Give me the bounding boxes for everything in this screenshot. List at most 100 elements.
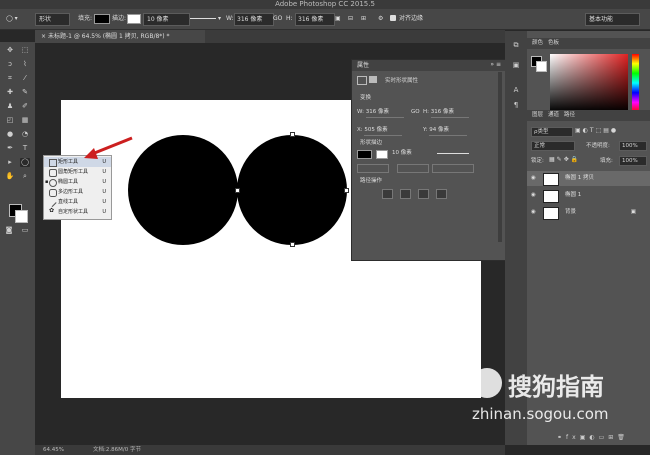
doc-tab[interactable]: × 未标题-1 @ 64.5% (椭圆 1 拷贝, RGB/8*) * (35, 30, 205, 43)
link-icon[interactable]: GO (273, 13, 282, 24)
paragraph-panel-icon[interactable]: ¶ (511, 101, 521, 110)
layer-row[interactable]: ◉ 背景 ▣ (527, 205, 650, 220)
clone-stamp-icon[interactable]: ♟ (5, 102, 15, 111)
layer-row[interactable]: ◉ 椭圆 1 拷贝 (527, 171, 650, 186)
tab-paths[interactable]: 路径 (564, 112, 575, 118)
prop-h-value[interactable]: 316 像素 (430, 108, 469, 118)
mode-select[interactable]: 形状 (35, 13, 70, 26)
exclude-shapes-icon[interactable] (436, 189, 447, 199)
flyout-item-line[interactable]: 直线工具 U (44, 197, 111, 208)
transform-section[interactable]: 变换 (352, 93, 497, 103)
prop-w-field[interactable]: W: 316 像素 (357, 108, 404, 118)
fill-field[interactable]: 100% (619, 156, 647, 166)
prop-link-icon[interactable]: GO (411, 108, 420, 117)
stroke-cap-select[interactable] (397, 164, 429, 173)
prop-y-field[interactable]: Y: 94 像素 (423, 126, 468, 136)
properties-title[interactable]: 属性 (352, 60, 505, 71)
lock-icons[interactable]: ▦✎✥🔒 (549, 156, 580, 163)
layer-name[interactable]: 背景 (565, 205, 576, 220)
healing-brush-icon[interactable]: ✚ (5, 88, 15, 97)
path-ops-section[interactable]: 路径操作 (352, 176, 497, 186)
properties-panel-icon[interactable]: ▣ (511, 61, 521, 70)
brush-tool-icon[interactable]: ✎ (20, 88, 30, 97)
eraser-icon[interactable]: ◰ (5, 116, 15, 125)
move-tool-icon[interactable]: ✥ (5, 46, 15, 55)
subtract-shapes-icon[interactable] (400, 189, 411, 199)
history-brush-icon[interactable]: ✐ (20, 102, 30, 111)
arrange-icon[interactable]: ⊞ (361, 13, 366, 24)
hand-tool-icon[interactable]: ✋ (5, 172, 15, 181)
lasso-tool-icon[interactable]: ↄ (5, 60, 15, 69)
history-panel-icon[interactable]: ⧉ (511, 41, 521, 50)
eye-icon[interactable]: ◉ (531, 188, 536, 203)
crop-tool-icon[interactable]: ⌗ (5, 74, 15, 83)
close-icon[interactable]: × (41, 33, 46, 40)
layer-filter-select[interactable]: ρ类型 (531, 127, 573, 137)
opacity-field[interactable]: 100% (619, 141, 647, 151)
prop-x-value[interactable]: 505 像素 (364, 126, 403, 136)
layer-name[interactable]: 椭圆 1 (565, 188, 581, 203)
chevron-down-icon[interactable]: ▾ (218, 13, 221, 24)
appearance-section[interactable]: 形状描边 (352, 138, 497, 148)
stroke-swatch[interactable] (127, 14, 141, 24)
hue-slider[interactable] (632, 54, 639, 112)
blend-mode-select[interactable]: 正常 (531, 141, 575, 151)
properties-scrollbar[interactable] (498, 72, 502, 242)
flyout-item-rounded-rectangle[interactable]: 圆角矩形工具 U (44, 167, 111, 177)
prop-fill-swatch[interactable] (357, 150, 372, 159)
height-field[interactable]: 316 像素 (295, 13, 335, 26)
layer-actions-icons[interactable]: ⚭fx▣◐▭⊞🗑 (557, 434, 629, 441)
quick-mask-icon[interactable]: ◙ (4, 226, 14, 235)
eye-icon[interactable]: ◉ (531, 205, 536, 220)
ellipse-shape-2[interactable] (237, 135, 347, 245)
prop-stroke-type[interactable] (437, 153, 469, 154)
ellipse-shape-1[interactable] (128, 135, 238, 245)
path-anchor[interactable] (235, 188, 240, 193)
align-edges-checkbox[interactable] (390, 15, 396, 21)
ellipse-tool-icon[interactable]: ◯ (20, 158, 30, 167)
background-color-swatch[interactable] (15, 210, 28, 223)
intersect-shapes-icon[interactable] (418, 189, 429, 199)
prop-h-field[interactable]: H: 316 像素 (423, 108, 469, 118)
shape-tool-preset-icon[interactable]: ◯ ▾ (6, 13, 26, 24)
stroke-join-select[interactable] (432, 164, 474, 173)
path-anchor[interactable] (290, 132, 295, 137)
character-panel-icon[interactable]: A (511, 86, 521, 95)
path-anchor[interactable] (290, 242, 295, 247)
flyout-item-custom-shape[interactable]: ✿ 自定形状工具 U (44, 207, 111, 217)
pen-tool-icon[interactable]: ✒ (5, 144, 15, 153)
stroke-align-select[interactable] (357, 164, 389, 173)
marquee-tool-icon[interactable]: ⬚ (20, 46, 30, 55)
path-select-icon[interactable]: ▸ (5, 158, 15, 167)
prop-x-field[interactable]: X: 505 像素 (357, 126, 403, 136)
eye-icon[interactable]: ◉ (531, 171, 536, 186)
tab-swatches[interactable]: 色板 (548, 40, 559, 46)
layer-filter-icons[interactable]: ▣◐T⬚▤● (575, 127, 618, 134)
quick-select-icon[interactable]: ⌇ (20, 60, 30, 69)
path-ops-icon[interactable]: ▣ (335, 13, 341, 24)
prop-w-value[interactable]: 316 像素 (365, 108, 404, 118)
dodge-icon[interactable]: ◔ (20, 130, 30, 139)
path-anchor[interactable] (344, 188, 349, 193)
fill-swatch[interactable] (94, 14, 110, 24)
gradient-icon[interactable]: ▦ (20, 116, 30, 125)
prop-stroke-width[interactable]: 10 像素 (392, 149, 412, 158)
prop-stroke-swatch[interactable] (376, 150, 388, 159)
tab-channels[interactable]: 通道 (548, 112, 559, 118)
eyedropper-icon[interactable]: ⁄ (20, 74, 30, 83)
width-field[interactable]: 316 像素 (234, 13, 274, 26)
stroke-width-field[interactable]: 10 像素 (143, 13, 190, 26)
type-tool-icon[interactable]: T (20, 144, 30, 153)
zoom-tool-icon[interactable]: ⌕ (20, 172, 30, 181)
blur-icon[interactable]: ● (5, 130, 15, 139)
screen-mode-icon[interactable]: ▭ (20, 226, 30, 235)
color-picker-field[interactable] (550, 54, 628, 112)
layer-name[interactable]: 椭圆 1 拷贝 (565, 171, 594, 186)
tab-color[interactable]: 颜色 (532, 40, 543, 46)
tab-layers[interactable]: 图层 (532, 112, 543, 118)
stroke-type-line[interactable] (190, 18, 216, 19)
align-icon[interactable]: ⊟ (348, 13, 353, 24)
gear-icon[interactable]: ⚙ (378, 13, 383, 24)
prop-y-value[interactable]: 94 像素 (429, 126, 468, 136)
panel-menu-icon[interactable]: » ≡ (490, 61, 501, 68)
